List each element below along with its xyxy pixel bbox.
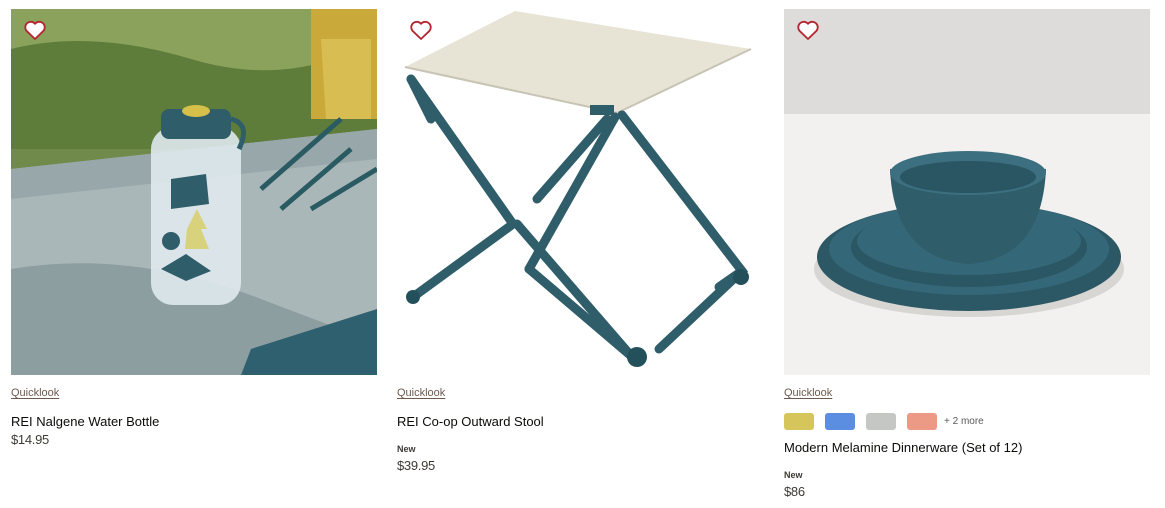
product-title[interactable]: Modern Melamine Dinnerware (Set of 12) [784,440,1150,456]
heart-outline-icon[interactable] [409,19,433,41]
dinnerware-photo [784,9,1150,375]
product-card: Quicklook REI Co-op Outward Stool New $3… [397,9,762,473]
product-price: $86 [784,484,805,499]
color-swatch-coral[interactable] [907,412,937,430]
quicklook-link[interactable]: Quicklook [11,387,59,399]
product-grid: Quicklook REI Nalgene Water Bottle $14.9… [0,0,1165,508]
product-image-water-bottle[interactable] [11,9,377,375]
product-card: Quicklook REI Nalgene Water Bottle $14.9… [11,9,377,447]
color-swatch-gray[interactable] [866,412,896,430]
product-card: Quicklook + 2 more Modern Melamine Dinne… [784,9,1150,499]
more-colors-label[interactable]: + 2 more [944,416,984,427]
heart-outline-icon[interactable] [796,19,820,41]
product-title[interactable]: REI Nalgene Water Bottle [11,414,377,430]
product-price: $14.95 [11,432,49,447]
product-image-stool[interactable] [397,9,762,375]
folding-stool-photo [397,9,762,375]
water-bottle-photo [11,9,377,375]
new-badge: New [784,470,803,480]
quicklook-link[interactable]: Quicklook [397,387,445,399]
product-image-dinnerware[interactable] [784,9,1150,375]
product-title[interactable]: REI Co-op Outward Stool [397,414,762,430]
color-swatch-yellow[interactable] [784,412,814,430]
heart-outline-icon[interactable] [23,19,47,41]
color-swatches: + 2 more [784,412,1150,430]
product-price: $39.95 [397,458,435,473]
quicklook-link[interactable]: Quicklook [784,387,832,399]
color-swatch-blue[interactable] [825,412,855,430]
new-badge: New [397,444,416,454]
